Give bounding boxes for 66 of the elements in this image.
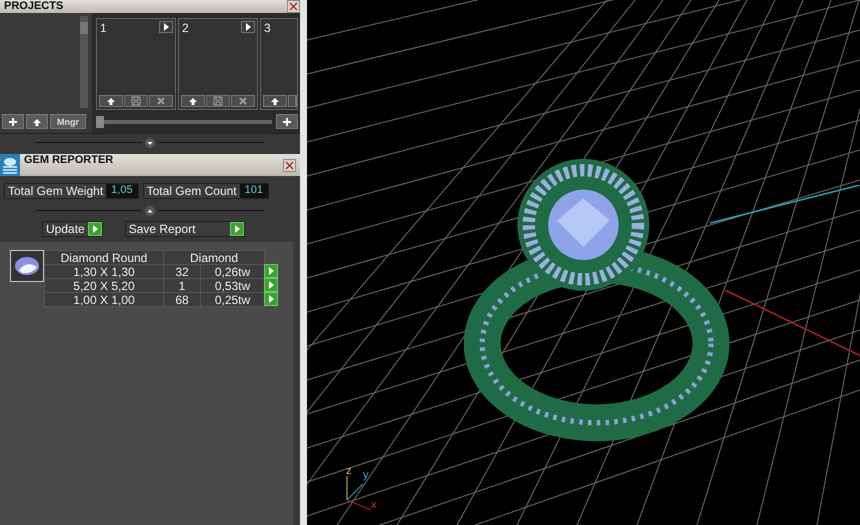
cross-icon <box>238 96 248 106</box>
row-action-button[interactable] <box>264 278 278 292</box>
add-button[interactable] <box>276 114 298 129</box>
gem-weight: 0,25tw <box>200 292 265 307</box>
up-arrow-icon <box>188 96 198 106</box>
gem-count: 1 <box>163 278 201 293</box>
cross-icon <box>156 96 166 106</box>
play-icon <box>243 22 253 32</box>
action-button[interactable]: Update <box>43 222 88 236</box>
3d-viewport[interactable]: z y x <box>307 0 860 525</box>
total-value: 101 <box>240 184 268 198</box>
row-action-button[interactable] <box>264 292 278 306</box>
up-button[interactable] <box>26 114 48 129</box>
panel-title: GEM REPORTER <box>24 154 114 167</box>
project-slot[interactable]: 1 <box>96 18 176 110</box>
total-label: Total Gem Weight <box>5 184 106 198</box>
up-button[interactable] <box>181 95 205 107</box>
gem-weight: 0,53tw <box>200 278 265 293</box>
gem-shape-label: Diamond Round <box>44 250 164 265</box>
up-arrow-icon <box>32 116 42 126</box>
slot-number: 1 <box>100 21 107 35</box>
collapse-up-button[interactable] <box>144 204 156 216</box>
caret-up-icon <box>145 206 155 216</box>
zoom-slider[interactable] <box>96 116 272 128</box>
slider-thumb[interactable] <box>96 116 104 128</box>
up-button[interactable] <box>263 95 287 107</box>
scrollbar[interactable] <box>80 16 88 108</box>
caret-down-icon <box>145 138 155 148</box>
up-arrow-icon <box>106 96 116 106</box>
action-button[interactable]: Save Report <box>126 222 230 236</box>
gem-size: 1,00 X 1,00 <box>44 292 164 307</box>
gem-material-label: Diamond <box>163 250 265 265</box>
axis-label: z <box>346 466 352 477</box>
play-button[interactable] <box>159 21 173 33</box>
plus-icon <box>8 116 18 126</box>
manager-button[interactable]: Mngr <box>50 114 86 129</box>
slot-number: 3 <box>264 21 271 35</box>
add-button[interactable] <box>2 114 24 129</box>
project-slot[interactable]: 3 <box>260 18 298 110</box>
play-button[interactable] <box>241 21 255 33</box>
gem-weight: 0,26tw <box>200 264 265 279</box>
axis-label: x <box>371 500 376 511</box>
plus-icon <box>282 116 292 126</box>
slot-number: 2 <box>182 21 189 35</box>
gem-count: 32 <box>163 264 201 279</box>
gem-size: 5,20 X 5,20 <box>44 278 164 293</box>
gem-size: 1,30 X 1,30 <box>44 264 164 279</box>
delete-button[interactable] <box>231 95 255 107</box>
close-button[interactable] <box>283 159 296 172</box>
gem-count: 68 <box>163 292 201 307</box>
row-action-button[interactable] <box>264 264 278 278</box>
panel-title: PROJECTS <box>4 0 64 13</box>
up-arrow-icon <box>270 96 280 106</box>
run-button[interactable] <box>230 222 244 236</box>
project-slot[interactable]: 2 <box>178 18 258 110</box>
axis-label: y <box>363 470 368 481</box>
delete-button[interactable] <box>149 95 173 107</box>
close-button[interactable] <box>287 0 300 13</box>
report-icon <box>0 154 20 176</box>
collapse-down-button[interactable] <box>144 136 156 148</box>
up-button[interactable] <box>99 95 123 107</box>
run-button[interactable] <box>88 222 102 236</box>
gem-icon <box>10 250 44 282</box>
total-label: Total Gem Count <box>144 184 240 198</box>
play-icon <box>161 22 171 32</box>
total-value: 1,05 <box>106 184 138 198</box>
